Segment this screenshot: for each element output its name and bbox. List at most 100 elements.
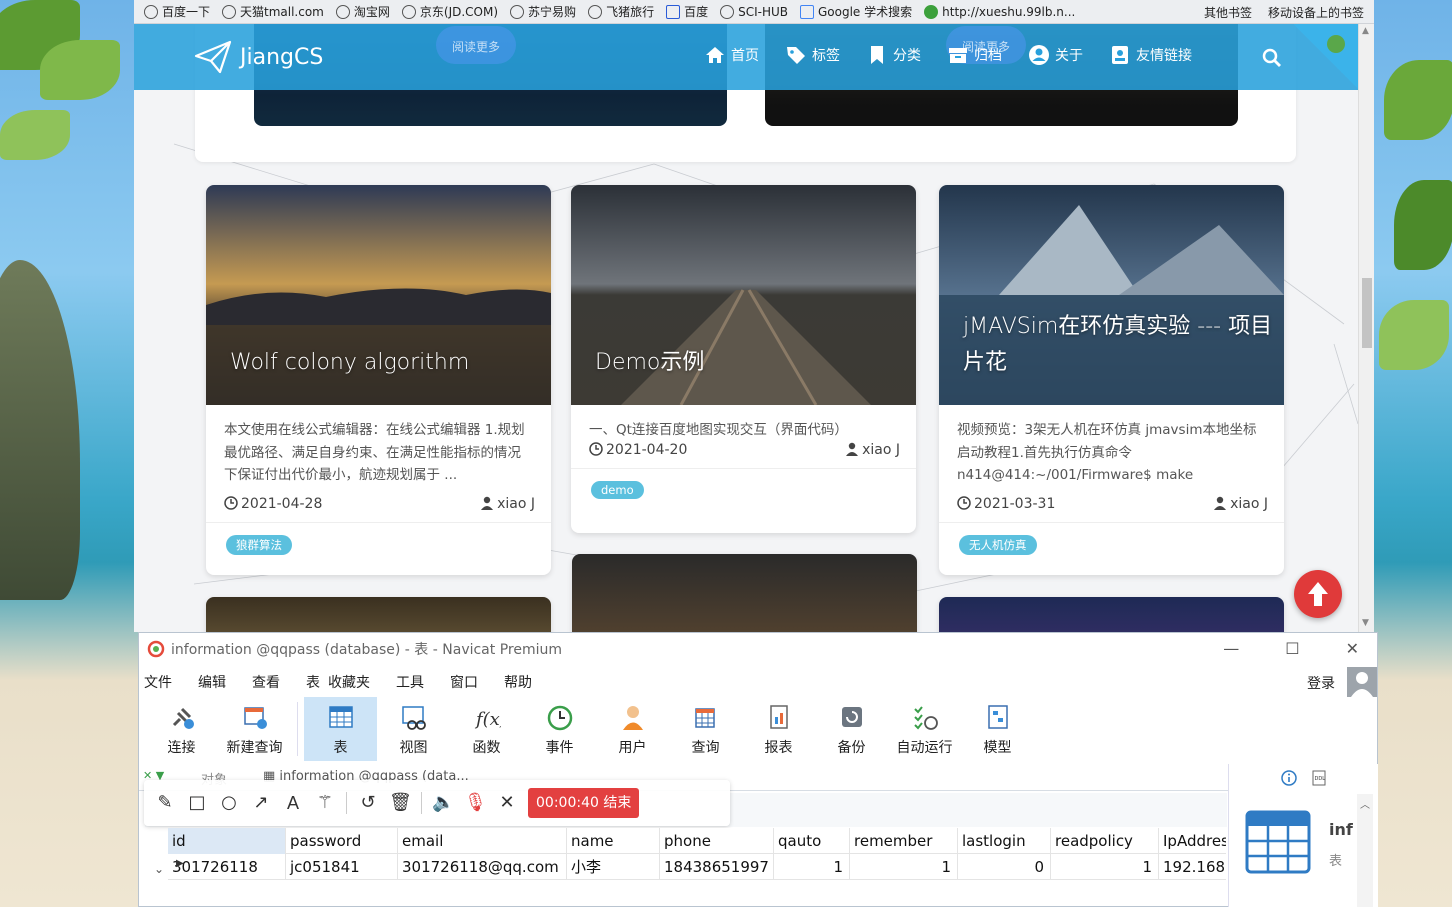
ddl-icon[interactable]: DDL xyxy=(1311,770,1327,786)
menu-help[interactable]: 帮助 xyxy=(504,672,532,692)
bookmark-item[interactable]: 飞猪旅行 xyxy=(588,3,654,20)
bookmark-item[interactable]: http://xueshu.99lb.n... xyxy=(924,4,1075,19)
post-title[interactable]: Demo示例 xyxy=(595,345,704,381)
toolbar-table-button[interactable]: 表 xyxy=(304,697,377,761)
chevron-up-icon[interactable]: ︿ xyxy=(1360,796,1370,811)
column-header[interactable]: lastlogin xyxy=(958,827,1051,854)
speaker-icon[interactable]: 🔈 xyxy=(432,792,454,814)
column-header[interactable]: password xyxy=(286,827,398,854)
post-title[interactable]: jMAVSim在环仿真实验 --- 项目片花 xyxy=(963,309,1284,381)
post-card[interactable]: jMAVSim在环仿真实验 --- 项目片花 视频预览：3架无人机在环仿真 jm… xyxy=(939,185,1284,575)
table-row[interactable]: 301726118 jc051841 301726118@qq.com 小李 1… xyxy=(168,853,1226,880)
nav-friend-links[interactable]: 友情链接 xyxy=(1109,44,1192,66)
cell-qauto[interactable]: 1 xyxy=(774,853,850,880)
toolbar-user-button[interactable]: 用户 xyxy=(596,697,669,761)
post-author[interactable]: xiao J xyxy=(1213,496,1268,512)
mobile-bookmarks-folder[interactable]: 移动设备上的书签 xyxy=(1268,4,1364,21)
toolbar-auto-run-button[interactable]: 自动运行 xyxy=(888,697,961,761)
github-corner[interactable] xyxy=(1294,24,1358,90)
bookmark-item[interactable]: 京东(JD.COM) xyxy=(401,3,498,20)
menu-edit[interactable]: 编辑 xyxy=(198,672,226,692)
nav-archive[interactable]: 归档 xyxy=(947,44,1002,66)
post-title[interactable]: Wolf colony algorithm xyxy=(230,345,469,381)
cell-lastlogin[interactable]: 0 xyxy=(958,853,1051,880)
chevron-down-icon[interactable]: ⌄ xyxy=(154,862,164,876)
bookmark-item[interactable]: Google 学术搜索 xyxy=(800,3,912,20)
toolbar-event-button[interactable]: 事件 xyxy=(523,697,596,761)
search-icon[interactable] xyxy=(1262,48,1282,68)
toolbar-connect-button[interactable]: 连接 xyxy=(145,697,218,761)
cell-password[interactable]: jc051841 xyxy=(286,853,398,880)
cell-remember[interactable]: 1 xyxy=(850,853,958,880)
stop-recording-button[interactable]: 00:00:40 结束 xyxy=(528,788,640,818)
trash-icon[interactable]: 🗑 xyxy=(389,792,412,814)
post-author[interactable]: xiao J xyxy=(480,496,535,512)
login-link[interactable]: 登录 xyxy=(1307,673,1335,693)
close-icon[interactable]: ✕ xyxy=(1346,639,1359,658)
post-cover-image[interactable]: Demo示例 xyxy=(571,185,916,405)
pencil-icon[interactable]: ✎ xyxy=(154,792,176,814)
post-author[interactable]: xiao J xyxy=(845,442,900,458)
post-tag[interactable]: 无人机仿真 xyxy=(959,535,1037,555)
bookmark-item[interactable]: 苏宁易购 xyxy=(510,3,576,20)
read-more-button[interactable]: 阅读更多 xyxy=(436,26,517,64)
post-card[interactable]: Wolf colony algorithm 本文使用在线公式编辑器：在线公式编辑… xyxy=(206,185,551,575)
menu-file[interactable]: 文件 xyxy=(144,672,172,692)
avatar[interactable] xyxy=(1347,667,1377,697)
undo-icon[interactable]: ↺ xyxy=(357,792,379,814)
column-header[interactable]: remember xyxy=(850,827,958,854)
bookmark-item[interactable]: SCI-HUB xyxy=(720,4,788,19)
toolbar-model-button[interactable]: 模型 xyxy=(961,697,1034,761)
toolbar-function-button[interactable]: f(x) 函数 xyxy=(450,697,523,761)
rectangle-icon[interactable]: □ xyxy=(186,792,208,814)
post-card[interactable] xyxy=(939,597,1284,632)
other-bookmarks-folder[interactable]: 其他书签 xyxy=(1204,4,1252,21)
text-tool-icon[interactable]: A xyxy=(282,792,304,814)
post-tag[interactable]: demo xyxy=(591,481,644,499)
bookmark-item[interactable]: 百度 xyxy=(666,3,708,20)
mic-muted-icon[interactable]: 🎙 xyxy=(464,792,487,814)
post-cover-image[interactable]: jMAVSim在环仿真实验 --- 项目片花 xyxy=(939,185,1284,405)
column-header[interactable]: id xyxy=(168,827,286,854)
post-card[interactable] xyxy=(206,597,551,632)
post-cover-image[interactable]: Wolf colony algorithm xyxy=(206,185,551,405)
toolbar-report-button[interactable]: 报表 xyxy=(742,697,815,761)
cell-readpolicy[interactable]: 1 xyxy=(1051,853,1159,880)
menu-favorites[interactable]: 收藏夹 xyxy=(328,672,370,692)
column-header[interactable]: phone xyxy=(660,827,774,854)
column-header[interactable]: IpAddres xyxy=(1159,828,1226,854)
scroll-down-icon[interactable]: ▼ xyxy=(1362,618,1369,628)
toolbar-view-button[interactable]: 视图 xyxy=(377,697,450,761)
maximize-icon[interactable]: ☐ xyxy=(1285,639,1299,658)
column-header[interactable]: qauto xyxy=(774,827,850,854)
info-icon[interactable] xyxy=(1281,770,1297,786)
menu-tools[interactable]: 工具 xyxy=(396,672,424,692)
magic-wand-icon[interactable]: ⚚ xyxy=(314,792,336,814)
post-tag[interactable]: 狼群算法 xyxy=(226,535,292,555)
cell-phone[interactable]: 18438651997 xyxy=(660,853,774,880)
cell-id[interactable]: 301726118 xyxy=(168,853,286,880)
column-header[interactable]: readpolicy xyxy=(1051,827,1159,854)
browser-scrollbar[interactable]: ▲ ▼ xyxy=(1358,24,1374,632)
panel-scrollbar[interactable]: ︿ xyxy=(1357,794,1373,907)
bookmark-item[interactable]: 淘宝网 xyxy=(335,3,390,20)
site-logo[interactable]: JiangCS xyxy=(194,40,323,74)
cell-name[interactable]: 小李 xyxy=(567,853,660,880)
minimize-icon[interactable]: — xyxy=(1223,639,1239,658)
bookmark-item[interactable]: 百度一下 xyxy=(144,3,210,20)
nav-tags[interactable]: 标签 xyxy=(785,44,840,66)
close-icon[interactable]: ✕ xyxy=(496,792,518,814)
post-card[interactable]: Demo示例 一、Qt连接百度地图实现交互（界面代码） 2021-04-20 x… xyxy=(571,185,916,533)
toolbar-query-button[interactable]: 查询 xyxy=(669,697,742,761)
nav-about[interactable]: 关于 xyxy=(1028,44,1083,66)
toolbar-new-query-button[interactable]: 新建查询 xyxy=(218,697,291,761)
scroll-thumb[interactable] xyxy=(1362,278,1372,348)
column-header[interactable]: email xyxy=(398,827,567,854)
column-header[interactable]: name xyxy=(567,827,660,854)
post-card[interactable] xyxy=(572,554,917,632)
back-to-top-button[interactable] xyxy=(1294,570,1342,618)
toolbar-backup-button[interactable]: 备份 xyxy=(815,697,888,761)
nav-categories[interactable]: 分类 xyxy=(866,44,921,66)
cell-email[interactable]: 301726118@qq.com xyxy=(398,853,567,880)
menu-table[interactable]: 表 xyxy=(306,672,320,692)
